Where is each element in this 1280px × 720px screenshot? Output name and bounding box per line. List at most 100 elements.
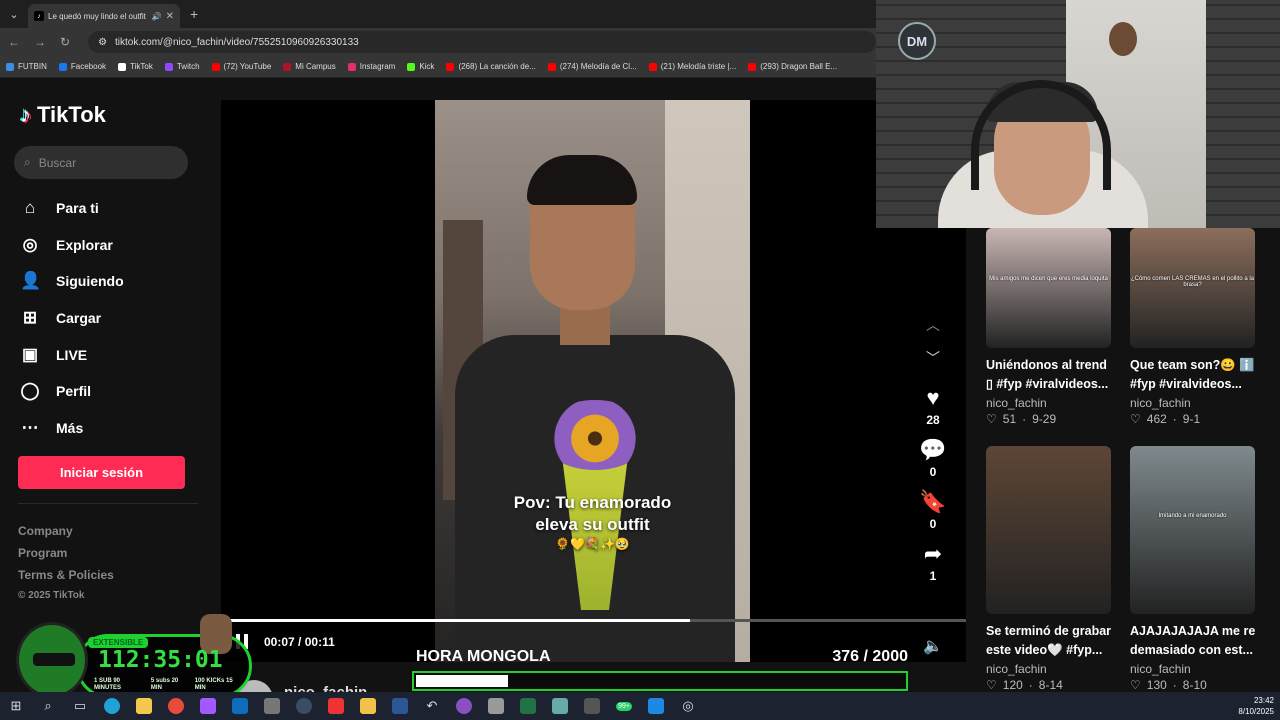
heart-icon: ♥ bbox=[926, 385, 940, 410]
bookmark-item[interactable]: (72) YouTube bbox=[211, 62, 271, 71]
goal-target: / 2000 bbox=[863, 648, 908, 665]
footer-link[interactable]: Terms & Policies bbox=[18, 568, 114, 590]
new-tab-button[interactable]: + bbox=[190, 6, 198, 22]
footer-link[interactable]: Company bbox=[18, 524, 114, 546]
previous-video-icon[interactable]: ︿ bbox=[925, 315, 941, 335]
edge-icon[interactable] bbox=[96, 692, 128, 720]
speaker-icon: 🔊 bbox=[151, 11, 162, 21]
site-info-icon[interactable]: ⚙ bbox=[98, 37, 107, 48]
search-input[interactable]: ⌕ Buscar bbox=[14, 146, 188, 179]
share-button[interactable]: ➦ 1 bbox=[913, 541, 953, 583]
video-thumbnail[interactable]: Mis amigos me dicen que eres media loqui… bbox=[986, 228, 1111, 348]
windows-start-icon[interactable]: ⊞ bbox=[0, 692, 32, 720]
task-view-icon[interactable]: ▭ bbox=[64, 692, 96, 720]
bookmark-item[interactable]: FUTBIN bbox=[6, 62, 47, 71]
home-icon: ⌂ bbox=[24, 198, 36, 218]
video-thumbnail[interactable]: ¿Cómo comen LAS CREMAS en el pollito a l… bbox=[1130, 228, 1255, 348]
tab-close-icon[interactable]: ✕ bbox=[166, 11, 174, 22]
comment-button[interactable]: 💬 0 bbox=[913, 437, 953, 479]
video-thumbnail[interactable]: Imitando a mi enamorado bbox=[1130, 446, 1255, 614]
back-app-icon[interactable]: ↶ bbox=[416, 692, 448, 720]
store-icon[interactable] bbox=[128, 692, 160, 720]
card-meta: ♡ 120 · 8-14 bbox=[986, 678, 1112, 692]
card-title[interactable]: AJAJAJAJAJA me reí demasiado con est... bbox=[1130, 622, 1256, 660]
reload-icon[interactable]: ↻ bbox=[60, 35, 70, 49]
back-icon[interactable]: ← bbox=[8, 35, 20, 49]
forward-icon[interactable]: → bbox=[34, 35, 46, 49]
login-button[interactable]: Iniciar sesión bbox=[18, 456, 185, 489]
whatsapp-icon[interactable]: 99+ bbox=[608, 692, 640, 720]
excel-icon[interactable] bbox=[512, 692, 544, 720]
app3-icon[interactable] bbox=[544, 692, 576, 720]
calculator-icon[interactable] bbox=[576, 692, 608, 720]
duration: 00:11 bbox=[304, 634, 335, 649]
card-author[interactable]: nico_fachin bbox=[1130, 396, 1256, 410]
file-explorer-icon[interactable] bbox=[352, 692, 384, 720]
bookmark-label: (274) Melodía de Cl... bbox=[559, 62, 637, 71]
bookmark-item[interactable]: (268) La canción de... bbox=[446, 62, 536, 71]
address-bar[interactable]: ⚙ tiktok.com/@nico_fachin/video/75525109… bbox=[88, 31, 876, 53]
related-video-card[interactable]: Se terminó de grabar este video🤍 #fyp... n… bbox=[986, 446, 1112, 692]
sidebar-item-more[interactable]: ⋯ Más bbox=[20, 410, 124, 447]
chrome-icon[interactable] bbox=[160, 692, 192, 720]
sidebar-item-live[interactable]: ▣ LIVE bbox=[20, 336, 124, 373]
bookmark-item[interactable]: (293) Dragon Ball E... bbox=[748, 62, 837, 71]
footer-link[interactable]: Program bbox=[18, 546, 114, 568]
bookmark-item[interactable]: (274) Melodía de Cl... bbox=[547, 62, 637, 71]
bookmark-item[interactable]: Instagram bbox=[347, 62, 395, 71]
goal-bar bbox=[412, 671, 908, 691]
bookmark-item[interactable]: Twitch bbox=[164, 62, 200, 71]
goal-fill bbox=[416, 675, 509, 687]
tiktok-logo[interactable]: ♪ TikTok bbox=[20, 102, 106, 128]
card-title-line2: este video🤍 #fyp... bbox=[986, 643, 1103, 657]
app5-icon[interactable]: ◎ bbox=[672, 692, 704, 720]
media-icon[interactable] bbox=[320, 692, 352, 720]
obs-icon[interactable] bbox=[448, 692, 480, 720]
bookmark-item[interactable]: Facebook bbox=[58, 62, 106, 71]
video-thumbnail[interactable] bbox=[986, 446, 1111, 614]
goal-current: 376 bbox=[832, 648, 860, 665]
sidebar-item-profile[interactable]: ◯ Perfil bbox=[20, 373, 124, 410]
word-icon[interactable] bbox=[384, 692, 416, 720]
browser-tab-active[interactable]: ♪ Le quedó muy lindo el outfit 🔊 ✕ bbox=[28, 4, 180, 28]
taskbar-search-icon[interactable]: ⌕ bbox=[32, 692, 64, 720]
card-title[interactable]: Se terminó de grabar este video🤍 #fyp... bbox=[986, 622, 1112, 660]
tab-search-button[interactable]: ⌄ bbox=[0, 0, 28, 28]
windows-taskbar: ⊞ ⌕ ▭ ↶ 99+ ◎ 23:42 8/10/2025 bbox=[0, 692, 1280, 720]
bookmark-item[interactable]: Kick bbox=[407, 62, 434, 71]
related-video-card[interactable]: ¿Cómo comen LAS CREMAS en el pollito a l… bbox=[1130, 228, 1256, 426]
taskbar-clock[interactable]: 23:42 8/10/2025 bbox=[1238, 695, 1274, 717]
bookmark-item[interactable]: Mi Campus bbox=[283, 62, 336, 71]
bookmark-item[interactable]: TikTok bbox=[118, 62, 153, 71]
related-video-card[interactable]: Imitando a mi enamorado AJAJAJAJAJA me re… bbox=[1130, 446, 1256, 692]
bookmark-item[interactable]: (21) Melodía triste |... bbox=[648, 62, 736, 71]
save-button[interactable]: 🔖 0 bbox=[913, 489, 953, 531]
tab-title: Le quedó muy lindo el outfit bbox=[48, 11, 146, 21]
app2-icon[interactable] bbox=[480, 692, 512, 720]
app4-icon[interactable] bbox=[640, 692, 672, 720]
related-video-card[interactable]: Mis amigos me dicen que eres media loqui… bbox=[986, 228, 1112, 426]
card-meta: ♡ 51 · 9-29 bbox=[986, 412, 1112, 426]
sidebar-item-upload[interactable]: ⊞ Cargar bbox=[20, 300, 124, 337]
search-icon: ⌕ bbox=[24, 155, 31, 169]
like-button[interactable]: ♥ 28 bbox=[913, 385, 953, 427]
next-video-icon[interactable]: ﹀ bbox=[925, 348, 941, 368]
sidebar-item-home[interactable]: ⌂ Para ti bbox=[20, 190, 124, 227]
card-meta: ♡ 130 · 8-10 bbox=[1130, 678, 1256, 692]
video-progress-bar[interactable] bbox=[221, 619, 966, 622]
app-icon[interactable] bbox=[256, 692, 288, 720]
video-frame[interactable]: Pov: Tu enamorado eleva su outfit 🌻💛💐✨🥹 bbox=[435, 100, 750, 662]
sidebar-item-following[interactable]: 👤 Siguiendo bbox=[20, 263, 124, 300]
outlook-icon[interactable] bbox=[224, 692, 256, 720]
bookmark-favicon-icon bbox=[748, 62, 757, 71]
card-author[interactable]: nico_fachin bbox=[986, 396, 1112, 410]
card-title[interactable]: Que team son?😀 ℹ️ #fyp #viralvideos... bbox=[1130, 356, 1256, 394]
volume-icon[interactable]: 🔈 bbox=[923, 636, 943, 656]
card-title[interactable]: Uniéndonos al trend ▯ #fyp #viralvideos..… bbox=[986, 356, 1112, 394]
video-player[interactable]: Pov: Tu enamorado eleva su outfit 🌻💛💐✨🥹 … bbox=[221, 100, 966, 662]
figma-icon[interactable] bbox=[192, 692, 224, 720]
steam-icon[interactable] bbox=[288, 692, 320, 720]
card-author[interactable]: nico_fachin bbox=[1130, 662, 1256, 676]
sidebar-item-compass[interactable]: ◎ Explorar bbox=[20, 227, 124, 264]
card-author[interactable]: nico_fachin bbox=[986, 662, 1112, 676]
